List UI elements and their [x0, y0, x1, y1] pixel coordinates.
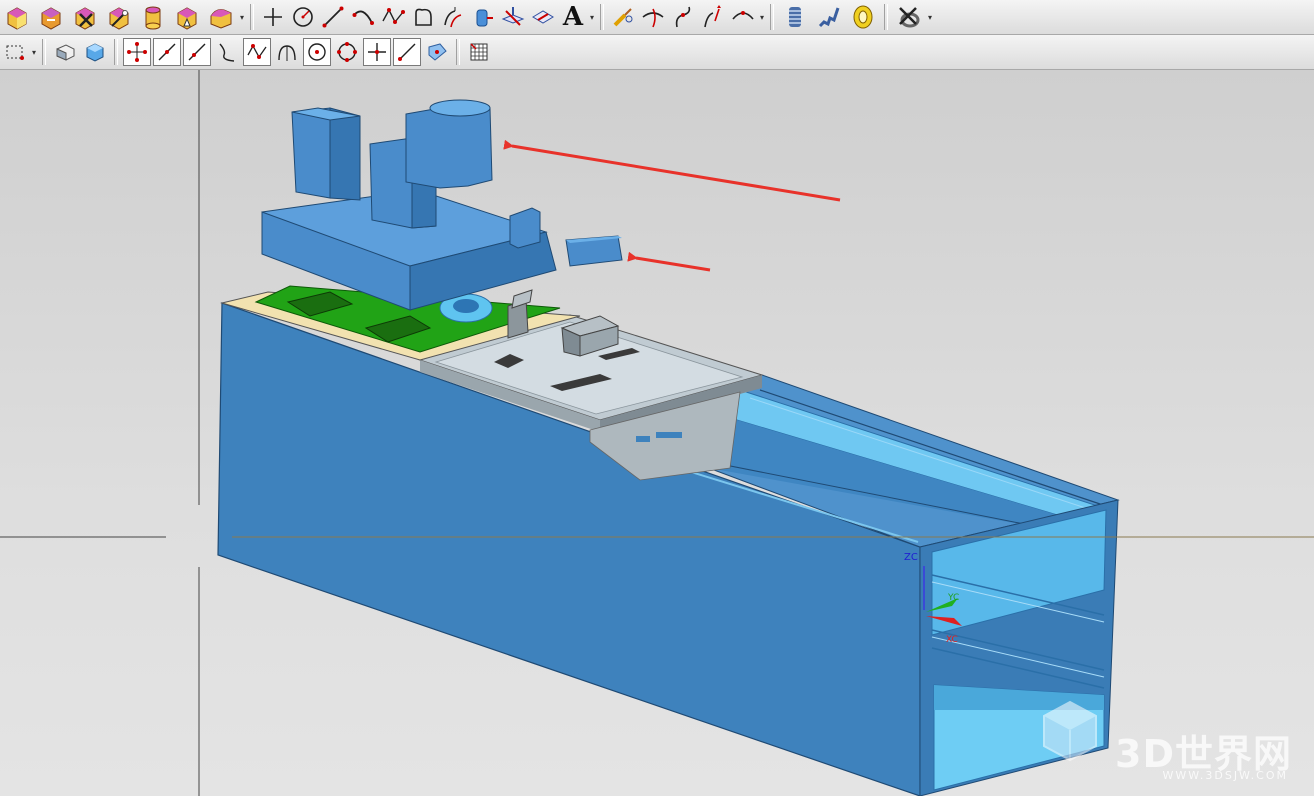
curve-shape-icon[interactable] [409, 2, 437, 32]
cover-tab [509, 207, 541, 249]
isoparametric-icon[interactable] [529, 2, 557, 32]
project-curve-icon[interactable] [469, 2, 497, 32]
snap-tangent-icon[interactable] [393, 38, 421, 66]
snap-face-icon[interactable] [51, 37, 79, 67]
feature-block-icon[interactable] [1, 2, 33, 32]
feature-extrude-icon[interactable] [35, 2, 67, 32]
delete-object-icon[interactable] [893, 2, 925, 32]
offset-curve-icon[interactable] [439, 2, 467, 32]
watermark-logo [1043, 700, 1097, 762]
feature-edge-blend-icon[interactable] [205, 2, 237, 32]
model-canvas: ZC YC XC [0, 70, 1314, 796]
snap-line-icon[interactable] [153, 38, 181, 66]
spring-icon[interactable] [813, 2, 845, 32]
feature-cone-icon[interactable] [171, 2, 203, 32]
yc-label: YC [947, 593, 959, 603]
snap-spline-icon[interactable] [243, 38, 271, 66]
main-toolbar: ▾ A ▾ ▾ ▾ [0, 0, 1314, 35]
toolbar-separator [114, 39, 118, 65]
housing-clip [656, 432, 682, 438]
snap-intersection-icon[interactable] [363, 38, 391, 66]
bridge-curve-icon[interactable] [729, 2, 757, 32]
curve-blend-icon[interactable] [669, 2, 697, 32]
toolbar-separator [456, 39, 460, 65]
toolbar-separator [770, 4, 774, 30]
callout-arrow [503, 139, 841, 202]
toolbar-separator [42, 39, 46, 65]
callout-arrow [627, 251, 711, 272]
chevron-down-icon[interactable]: ▾ [926, 13, 934, 22]
line-icon[interactable] [319, 2, 347, 32]
zc-label: ZC [904, 552, 918, 563]
feature-magic-icon[interactable] [103, 2, 135, 32]
coil-icon[interactable] [847, 2, 879, 32]
toolbar-separator [250, 4, 254, 30]
snap-center-icon[interactable] [303, 38, 331, 66]
chevron-down-icon[interactable]: ▾ [238, 13, 246, 22]
snap-arc-icon[interactable] [273, 37, 301, 67]
chevron-down-icon[interactable]: ▾ [588, 13, 596, 22]
snap-curve-icon[interactable] [213, 37, 241, 67]
snap-diagonal-icon[interactable] [183, 38, 211, 66]
watermark-url: WWW.3DSJW.COM [1162, 769, 1288, 782]
grid-icon[interactable] [465, 37, 493, 67]
feature-delete-icon[interactable] [69, 2, 101, 32]
helix-icon[interactable] [779, 2, 811, 32]
trim-curve-icon[interactable] [639, 2, 667, 32]
text-icon[interactable]: A [559, 2, 587, 32]
exploded-cover[interactable] [261, 99, 623, 311]
chevron-down-icon[interactable]: ▾ [30, 48, 38, 57]
intersection-curve-icon[interactable] [499, 2, 527, 32]
snap-quadrant-icon[interactable] [333, 37, 361, 67]
toolbar-separator [884, 4, 888, 30]
xc-label: XC [946, 635, 958, 645]
circle-icon[interactable] [289, 2, 317, 32]
housing-clip [636, 436, 650, 442]
select-box-icon[interactable] [1, 37, 29, 67]
extend-curve-icon[interactable] [699, 2, 727, 32]
chevron-down-icon[interactable]: ▾ [758, 13, 766, 22]
plug-pin [291, 107, 331, 199]
text-glyph: A [562, 2, 584, 32]
snap-control-points-icon[interactable] [123, 38, 151, 66]
point-icon[interactable] [259, 2, 287, 32]
spline-points-icon[interactable] [379, 2, 407, 32]
snap-toolbar: ▾ [0, 35, 1314, 70]
edit-curve-icon[interactable] [609, 2, 637, 32]
arc-icon[interactable] [349, 2, 377, 32]
snap-cube-icon[interactable] [81, 37, 109, 67]
snap-surface-icon[interactable] [423, 37, 451, 67]
toolbar-separator [600, 4, 604, 30]
plug-pin-side [329, 107, 361, 201]
washer-hole [453, 299, 479, 313]
plug-pin-round-top [429, 99, 491, 117]
feature-cylinder-icon[interactable] [137, 2, 169, 32]
graphics-viewport[interactable]: ZC YC XC 3D世界网 WWW.3DSJW.COM [0, 70, 1314, 796]
